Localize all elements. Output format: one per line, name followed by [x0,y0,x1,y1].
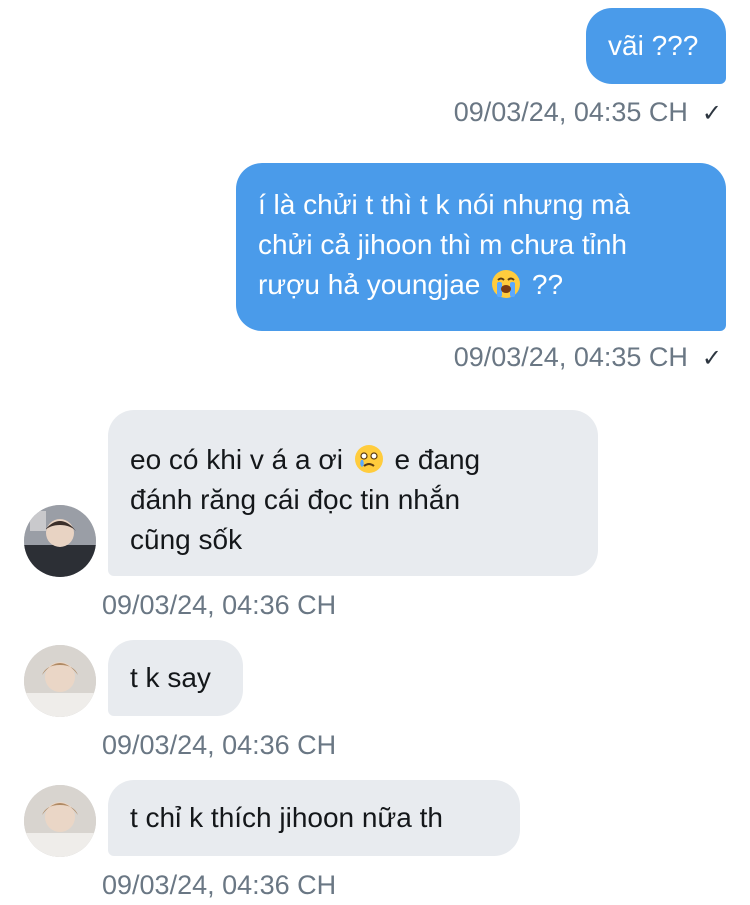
timestamp-text: 09/03/24, 04:36 CH [102,730,337,760]
message-timestamp: 09/03/24, 04:35 CH ✓ [454,341,722,375]
message-line: chửi cả jihoon thì m chưa tỉnh [258,229,628,260]
message-timestamp: 09/03/24, 04:35 CH ✓ [454,96,722,130]
contact-avatar[interactable] [24,645,96,717]
contact-avatar[interactable] [24,505,96,577]
avatar-photo [24,785,96,857]
message-line-text: rượu hả youngjae [258,269,481,300]
incoming-message-bubble[interactable]: eo có khi v á a ơi e đang đánh răng cái … [108,410,598,576]
incoming-message-bubble[interactable]: t k say [108,640,243,716]
incoming-message-bubble[interactable]: t chỉ k thích jihoon nữa th [108,780,520,856]
message-timestamp: 09/03/24, 04:36 CH [102,729,336,761]
outgoing-message-bubble[interactable]: vãi ??? [586,8,726,84]
read-check-icon: ✓ [701,100,722,127]
timestamp-text: 09/03/24, 04:36 CH [102,590,337,620]
message-line: eo có khi v á a ơi e đang [130,440,576,480]
read-check-icon: ✓ [701,345,722,372]
avatar-photo [24,645,96,717]
message-line-text: e đang [386,444,481,475]
avatar-photo [24,505,96,577]
loudly-crying-face-emoji [492,270,521,298]
timestamp-text: 09/03/24, 04:36 CH [102,870,337,900]
message-line: rượu hả youngjae ?? [258,265,704,305]
timestamp-text: 09/03/24, 04:35 CH [453,97,688,127]
message-line: cũng sốk [130,524,243,555]
message-line: í là chửi t thì t k nói nhưng mà [258,189,631,220]
message-timestamp: 09/03/24, 04:36 CH [102,869,336,901]
message-text: vãi ??? [608,30,699,61]
message-text: t chỉ k thích jihoon nữa th [130,802,443,833]
contact-avatar[interactable] [24,785,96,857]
outgoing-message-bubble[interactable]: í là chửi t thì t k nói nhưng mà chửi cả… [236,163,726,331]
message-line-text: eo có khi v á a ơi [130,444,343,475]
message-tail-text: ?? [524,269,564,300]
message-line: đánh răng cái đọc tin nhắn [130,484,461,515]
message-timestamp: 09/03/24, 04:36 CH [102,589,336,621]
timestamp-text: 09/03/24, 04:35 CH [453,342,688,372]
message-text: t k say [130,662,211,693]
face-holding-back-tears-emoji [354,445,383,473]
